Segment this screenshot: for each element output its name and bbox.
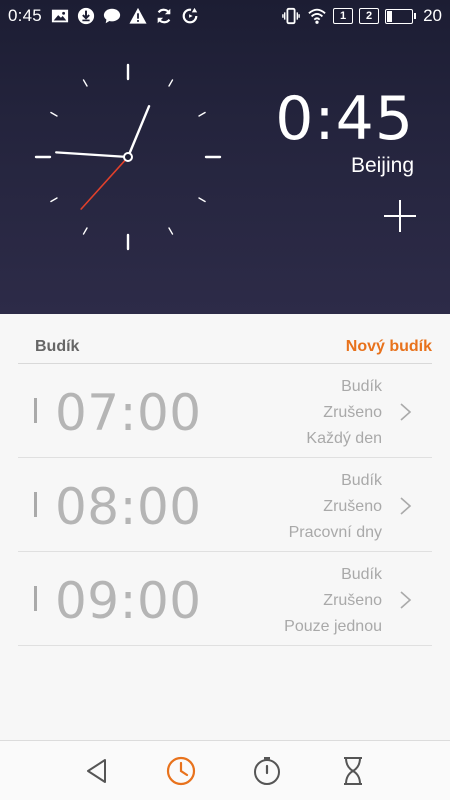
status-time: 0:45 xyxy=(8,6,42,25)
add-city-button[interactable] xyxy=(384,200,416,232)
notification-icons xyxy=(50,6,200,26)
alarm-status: Zrušeno xyxy=(323,404,382,421)
vibrate-icon xyxy=(281,6,301,26)
alarm-status: Zrušeno xyxy=(323,592,382,609)
alarm-label: Budík xyxy=(341,566,382,583)
alarm-meta: Budík Zrušeno Každý den xyxy=(306,374,382,452)
sim2-icon: 2 xyxy=(359,8,380,24)
alarm-section: Budík Nový budík 07:00 Budík Zrušeno Kaž… xyxy=(0,314,450,740)
battery-icon xyxy=(385,8,417,24)
clock-tick xyxy=(50,111,58,117)
back-icon xyxy=(87,759,106,783)
alarm-row[interactable]: 08:00 Budík Zrušeno Pracovní dny xyxy=(18,458,432,552)
city-name: Beijing xyxy=(350,154,414,177)
clock-center xyxy=(123,152,133,162)
clock-tick xyxy=(50,197,58,203)
timer-tab[interactable] xyxy=(335,753,371,789)
stopwatch-icon xyxy=(254,757,280,785)
alarm-label: Budík xyxy=(341,472,382,489)
download-icon xyxy=(76,6,96,26)
clock-tick xyxy=(82,79,88,87)
bottom-nav xyxy=(0,740,450,800)
hour-hand xyxy=(126,104,151,159)
sync-alt-icon xyxy=(180,6,200,26)
wifi-icon xyxy=(307,6,327,26)
sim1-icon: 1 xyxy=(333,8,354,24)
battery-percent: 20 xyxy=(423,6,442,25)
back-button[interactable] xyxy=(79,753,115,789)
sync-icon xyxy=(154,6,174,26)
alarm-row[interactable]: 09:00 Budík Zrušeno Pouze jednou xyxy=(18,552,432,646)
clock-tick xyxy=(198,111,206,117)
alarm-toggle[interactable] xyxy=(34,398,37,423)
alarm-list: 07:00 Budík Zrušeno Každý den 08:00 Budí… xyxy=(18,364,432,646)
alarm-label: Budík xyxy=(341,378,382,395)
alarm-meta: Budík Zrušeno Pouze jednou xyxy=(284,562,382,640)
chevron-right-icon xyxy=(400,497,412,515)
alarm-row[interactable]: 07:00 Budík Zrušeno Každý den xyxy=(18,364,432,458)
chat-icon xyxy=(102,6,122,26)
warning-icon xyxy=(128,6,148,26)
alarm-repeat: Každý den xyxy=(306,430,382,447)
alarm-repeat: Pouze jednou xyxy=(284,618,382,635)
alarm-time: 07:00 xyxy=(55,384,202,442)
stopwatch-tab[interactable] xyxy=(249,753,285,789)
status-bar: 0:45 1 2 20 xyxy=(0,0,450,32)
alarm-tab[interactable] xyxy=(163,753,199,789)
second-hand xyxy=(80,156,129,210)
world-clock-header: 0:45 1 2 20 0:45 Beijing xyxy=(0,0,450,314)
alarm-status: Zrušeno xyxy=(323,498,382,515)
clock-tick xyxy=(168,79,174,87)
analog-clock xyxy=(34,63,222,251)
alarm-repeat: Pracovní dny xyxy=(288,524,382,541)
alarm-time: 08:00 xyxy=(55,478,202,536)
minute-hand xyxy=(55,151,130,159)
clock-tick xyxy=(168,227,174,235)
chevron-right-icon xyxy=(400,403,412,421)
battery-level xyxy=(387,10,393,22)
image-icon xyxy=(50,6,70,26)
alarm-toggle[interactable] xyxy=(34,586,37,611)
system-icons: 1 2 20 xyxy=(281,6,442,26)
alarm-section-header: Budík Nový budík xyxy=(18,330,432,364)
digital-time: 0:45 xyxy=(275,84,414,154)
alarm-toggle[interactable] xyxy=(34,492,37,517)
clock-tick xyxy=(82,227,88,235)
new-alarm-button[interactable]: Nový budík xyxy=(346,338,432,356)
alarm-time: 09:00 xyxy=(55,572,202,630)
alarm-clock-icon xyxy=(166,756,196,786)
clock-tick xyxy=(198,197,206,203)
alarm-meta: Budík Zrušeno Pracovní dny xyxy=(289,468,382,546)
alarm-section-title: Budík xyxy=(35,337,80,355)
chevron-right-icon xyxy=(400,591,412,609)
timer-icon xyxy=(344,757,362,785)
